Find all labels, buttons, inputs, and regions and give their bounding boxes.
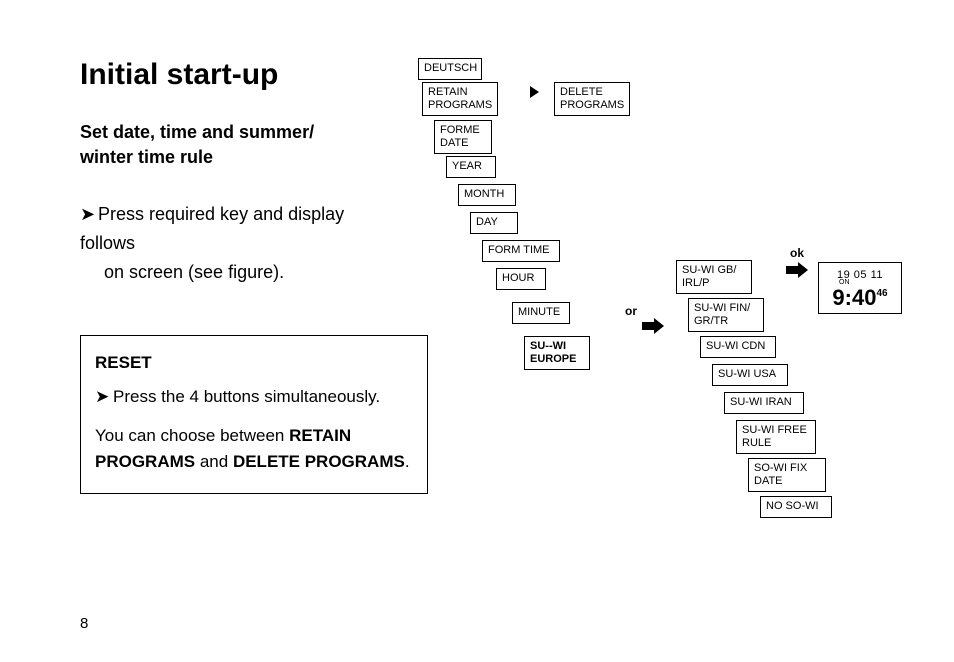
- flow-box-year: YEAR: [446, 156, 496, 178]
- flow-box-delete-programs: DELETE PROGRAMS: [554, 82, 630, 116]
- flow-box-hour: HOUR: [496, 268, 546, 290]
- flow-box-month: MONTH: [458, 184, 516, 206]
- flow-box-day: DAY: [470, 212, 518, 234]
- time-display-main: 9:40: [832, 285, 876, 310]
- flow-box-opt-cdn: SU-WI CDN: [700, 336, 776, 358]
- flow-box-opt-no: NO SO-WI: [760, 496, 832, 518]
- flow-box-retain-programs: RETAIN PROGRAMS: [422, 82, 498, 116]
- flow-box-deutsch: DEUTSCH: [418, 58, 482, 80]
- label-or: or: [625, 304, 637, 318]
- flow-box-opt-usa: SU-WI USA: [712, 364, 788, 386]
- flow-box-opt-gb: SU-WI GB/ IRL/P: [676, 260, 752, 294]
- flow-box-su-wi-europe: SU--WI EUROPE: [524, 336, 590, 370]
- flow-box-opt-iran: SU-WI IRAN: [724, 392, 804, 414]
- flow-box-opt-free: SU-WI FREE RULE: [736, 420, 816, 454]
- flow-box-minute: MINUTE: [512, 302, 570, 324]
- time-display-time: 9:4046: [825, 287, 895, 309]
- label-ok: ok: [790, 246, 804, 260]
- flow-box-forme-date: FORME DATE: [434, 120, 492, 154]
- flow-box-form-time: FORM TIME: [482, 240, 560, 262]
- time-display-box: 19 05 11 ON 9:4046: [818, 262, 902, 314]
- time-display-seconds: 46: [876, 288, 887, 299]
- arrow-right-icon: [530, 86, 539, 98]
- flow-diagram: DEUTSCH RETAIN PROGRAMS DELETE PROGRAMS …: [0, 0, 954, 662]
- flow-box-opt-fin: SU-WI FIN/ GR/TR: [688, 298, 764, 332]
- flow-box-opt-fix: SO-WI FIX DATE: [748, 458, 826, 492]
